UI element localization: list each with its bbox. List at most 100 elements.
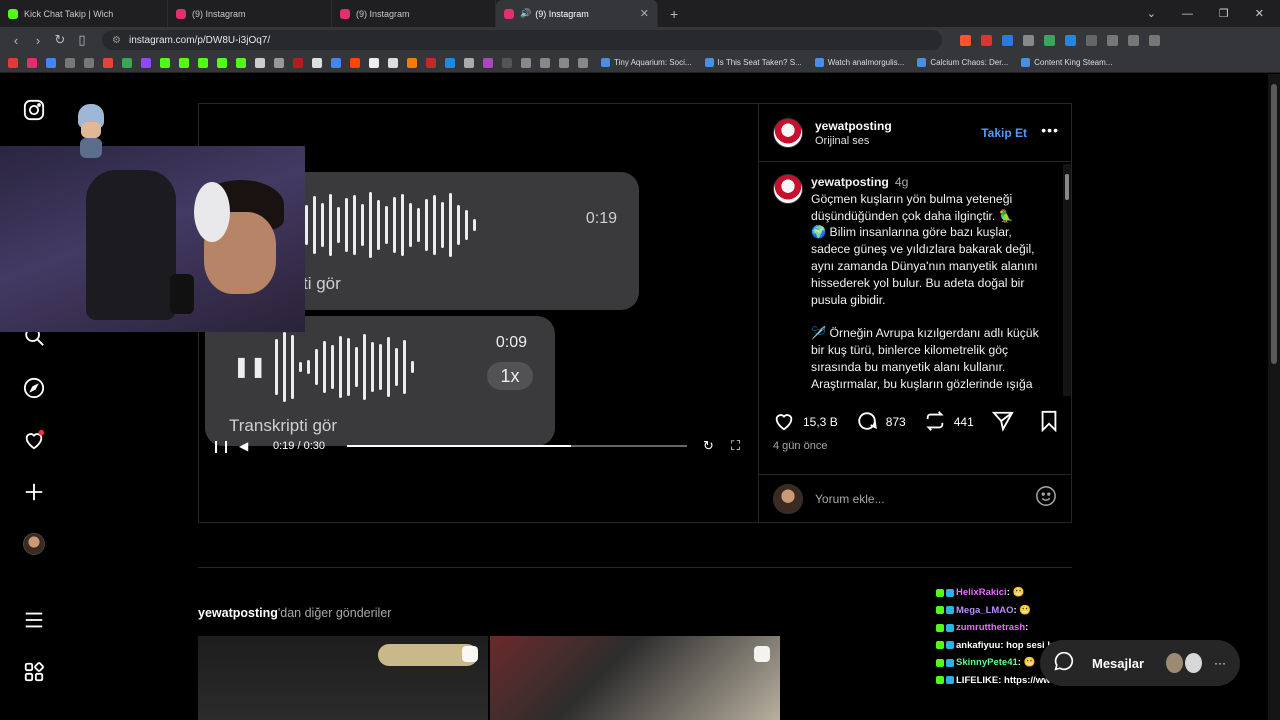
- extension-icon[interactable]: [1023, 34, 1034, 46]
- twitch-icon[interactable]: [141, 57, 151, 68]
- messages-bar[interactable]: Mesajlar ···: [1040, 640, 1240, 686]
- also-from-meta-icon[interactable]: [22, 660, 46, 684]
- url-field[interactable]: ⚙ instagram.com/p/DW8U-i3jOq7/: [102, 30, 942, 50]
- bookmark-item[interactable]: Content King Steam...: [1021, 58, 1112, 67]
- more-options-icon[interactable]: •••: [1041, 122, 1059, 138]
- caption-scrollbar[interactable]: [1063, 164, 1071, 396]
- sidebar-icon[interactable]: [1107, 34, 1118, 46]
- bookmark-item[interactable]: Watch analmorgulis...: [814, 58, 904, 67]
- bookmark-icon[interactable]: [502, 57, 512, 68]
- author-avatar[interactable]: [773, 174, 803, 204]
- author-username[interactable]: yewatposting: [815, 119, 892, 133]
- kick-icon[interactable]: [236, 57, 246, 68]
- volume-icon[interactable]: ◀: [239, 439, 248, 453]
- bookmark-icon[interactable]: [122, 57, 132, 68]
- chat-username[interactable]: Mega_LMAO: [956, 605, 1014, 616]
- caption-username[interactable]: yewatposting: [811, 175, 889, 189]
- replay-icon[interactable]: ↻: [703, 438, 714, 454]
- bookmark-icon[interactable]: ▯: [76, 32, 88, 48]
- share-send-icon[interactable]: [991, 410, 1014, 435]
- chat-username[interactable]: HelixRakici: [956, 587, 1007, 598]
- bookmark-icon[interactable]: [407, 57, 417, 68]
- extension-icon[interactable]: [1065, 34, 1076, 46]
- emoji-icon[interactable]: [1035, 485, 1057, 512]
- more-menu-icon[interactable]: [22, 608, 46, 632]
- tab-instagram-1[interactable]: (9) Instagram: [168, 0, 332, 27]
- chat-username[interactable]: SkinnyPete41: [956, 657, 1018, 668]
- like-heart-icon[interactable]: [773, 410, 795, 435]
- bookmark-icon[interactable]: [426, 57, 436, 68]
- chat-username[interactable]: zumrutthetrash: [956, 622, 1025, 633]
- bookmark-icon[interactable]: [293, 57, 303, 68]
- repost-icon[interactable]: [924, 410, 946, 435]
- close-window-button[interactable]: ✕: [1255, 7, 1264, 20]
- bookmark-icon[interactable]: [331, 57, 341, 68]
- bookmark-icon[interactable]: [274, 57, 284, 68]
- folder-icon[interactable]: [578, 57, 588, 68]
- folder-icon[interactable]: [521, 57, 531, 68]
- kick-icon[interactable]: [179, 57, 189, 68]
- author-avatar[interactable]: [773, 117, 803, 148]
- reposts-count[interactable]: 441: [954, 415, 974, 429]
- media-icon[interactable]: [1128, 34, 1139, 46]
- bookmark-icon[interactable]: [369, 57, 379, 68]
- bookmark-icon[interactable]: [388, 57, 398, 68]
- progress-bar[interactable]: [347, 445, 687, 447]
- folder-icon[interactable]: [540, 57, 550, 68]
- reload-icon[interactable]: ↻: [54, 32, 66, 48]
- bookmark-icon[interactable]: [65, 57, 75, 68]
- tab-kick-chat[interactable]: Kick Chat Takip | Wich: [0, 0, 168, 27]
- site-info-icon[interactable]: ⚙: [112, 35, 121, 46]
- extension-icon[interactable]: [1002, 34, 1013, 46]
- more-posts-username[interactable]: yewatposting: [198, 606, 278, 620]
- chat-username[interactable]: LIFELIKE: [956, 675, 998, 686]
- follow-button[interactable]: Takip Et: [981, 126, 1027, 140]
- bookmark-icon[interactable]: [27, 57, 37, 68]
- forward-icon[interactable]: ›: [32, 33, 44, 48]
- brave-shield-icon[interactable]: [960, 34, 971, 46]
- fullscreen-icon[interactable]: ⛶: [731, 438, 740, 454]
- bookmark-item[interactable]: Is This Seat Taken? S...: [704, 58, 802, 67]
- chat-username[interactable]: ankafiyuu: [956, 640, 1000, 651]
- kick-icon[interactable]: [217, 57, 227, 68]
- tab-instagram-active[interactable]: 🔊 (9) Instagram ✕: [496, 0, 658, 27]
- bookmark-icon[interactable]: [103, 57, 113, 68]
- extension-icon[interactable]: [1044, 34, 1055, 46]
- menu-icon[interactable]: [1149, 34, 1160, 46]
- kick-icon[interactable]: [160, 57, 170, 68]
- likes-count[interactable]: 15,3 B: [803, 415, 838, 429]
- bookmark-icon[interactable]: [255, 57, 265, 68]
- bookmark-icon[interactable]: [464, 57, 474, 68]
- scrollbar-thumb[interactable]: [1065, 174, 1069, 200]
- save-bookmark-icon[interactable]: [1039, 410, 1059, 435]
- bookmark-item[interactable]: Calcium Chaos: Der...: [917, 58, 1008, 67]
- pause-button[interactable]: ❙❙: [211, 439, 231, 453]
- tab-search-icon[interactable]: ⌄: [1147, 7, 1156, 20]
- extension-icon[interactable]: [981, 34, 992, 46]
- create-plus-icon[interactable]: [22, 480, 46, 504]
- instagram-logo-icon[interactable]: [22, 98, 46, 122]
- bookmark-icon[interactable]: [445, 57, 455, 68]
- bookmark-icon[interactable]: [483, 57, 493, 68]
- extensions-puzzle-icon[interactable]: [1086, 34, 1097, 46]
- back-icon[interactable]: ‹: [10, 33, 22, 48]
- comments-count[interactable]: 873: [886, 415, 906, 429]
- original-audio-link[interactable]: Orijinal ses: [815, 135, 892, 147]
- bookmark-icon[interactable]: [46, 57, 56, 68]
- comment-input[interactable]: Yorum ekle...: [815, 492, 1035, 506]
- scrollbar-thumb[interactable]: [1271, 84, 1277, 364]
- x-icon[interactable]: [312, 57, 322, 68]
- reddit-icon[interactable]: [350, 57, 360, 68]
- post-thumbnail[interactable]: [490, 636, 780, 720]
- bookmark-icon[interactable]: [84, 57, 94, 68]
- bookmark-icon[interactable]: [8, 57, 18, 68]
- explore-icon[interactable]: [22, 376, 46, 400]
- bookmark-item[interactable]: Tiny Aquarium: Soci...: [601, 58, 692, 67]
- page-scrollbar[interactable]: [1268, 74, 1280, 720]
- profile-avatar[interactable]: [22, 532, 46, 556]
- kick-icon[interactable]: [198, 57, 208, 68]
- post-thumbnail[interactable]: [198, 636, 488, 720]
- close-tab-icon[interactable]: ✕: [640, 7, 649, 20]
- new-tab-button[interactable]: +: [670, 6, 678, 22]
- minimize-button[interactable]: —: [1182, 8, 1193, 20]
